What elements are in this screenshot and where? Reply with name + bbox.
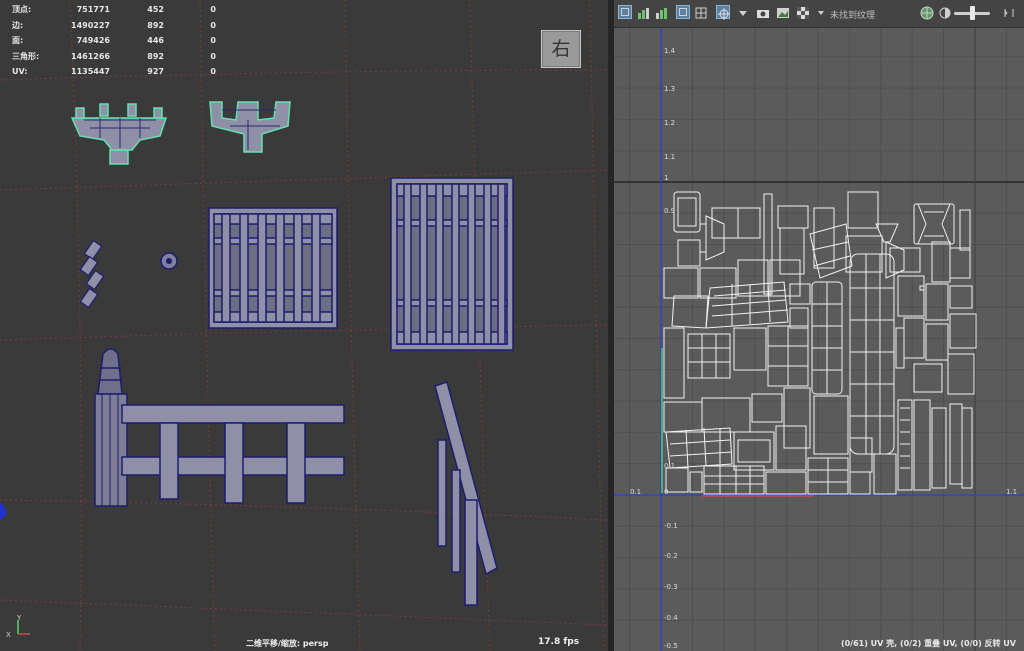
- hud-row-uvs: UV: 1135447 927 0: [12, 67, 216, 77]
- svg-text:-0.1: -0.1: [664, 522, 678, 530]
- svg-text:0.1: 0.1: [630, 488, 641, 496]
- svg-text:-0.4: -0.4: [664, 614, 678, 622]
- svg-text:1.3: 1.3: [664, 85, 675, 93]
- small-sphere-mesh[interactable]: [160, 252, 178, 270]
- hud-row-faces: 面: 749426 446 0: [12, 36, 216, 46]
- texture-status-label: 未找到纹理: [830, 11, 876, 21]
- stair-railing-mesh[interactable]: [434, 381, 498, 606]
- uv-toolbar: 未找到纹理: [614, 0, 1024, 28]
- image-icon[interactable]: [776, 5, 790, 19]
- bar-chart-icon[interactable]: [636, 5, 650, 19]
- chandelier-mesh-selected-2[interactable]: [209, 101, 291, 153]
- hud-row-edges: 边: 1490227 892 0: [12, 20, 216, 30]
- 3d-viewport[interactable]: Y X 顶点: 751771 452 0 边: 1490227 892 0 面:…: [0, 0, 608, 651]
- offscreen-object-mesh[interactable]: [0, 502, 7, 520]
- svg-text:0.9: 0.9: [664, 207, 675, 215]
- svg-text:1.1: 1.1: [664, 153, 675, 161]
- lattice-panel-mesh-2[interactable]: [390, 177, 514, 351]
- exposure-slider-handle[interactable]: [970, 6, 975, 20]
- checker-icon[interactable]: [796, 5, 810, 19]
- view-cube[interactable]: 右: [541, 30, 581, 68]
- svg-text:0: 0: [664, 488, 668, 496]
- camera-label: 二维平移/缩放: persp: [246, 639, 329, 648]
- diagonal-plank-mesh[interactable]: [79, 239, 105, 309]
- uv-grid-canvas[interactable]: 1.4 1.3 1.2 1.1 1 0.9 0.1 0 -0.1 -0.2 -0…: [614, 28, 1024, 651]
- hud-row-triangles: 三角形: 1461266 892 0: [12, 51, 216, 61]
- uv-status-bar: (0/61) UV 壳, (0/2) 重叠 UV, (0/0) 反转 UV: [840, 639, 1016, 648]
- dropdown-arrow-icon[interactable]: [736, 5, 750, 19]
- expand-icon[interactable]: [1002, 5, 1016, 19]
- frame-icon[interactable]: [676, 5, 690, 19]
- lattice-panel-mesh-1[interactable]: [208, 207, 338, 329]
- svg-text:-0.3: -0.3: [664, 583, 678, 591]
- svg-text:1.4: 1.4: [664, 47, 676, 55]
- viewport-scene[interactable]: Y X: [0, 0, 608, 651]
- dropdown-arrow-icon[interactable]: [814, 5, 828, 19]
- bar-chart-alt-icon[interactable]: [654, 5, 668, 19]
- svg-text:1: 1: [664, 174, 668, 182]
- fps-counter: 17.8 fps: [538, 637, 580, 647]
- svg-text:-0.5: -0.5: [664, 642, 678, 650]
- hud-row-vertices: 顶点: 751771 452 0: [12, 5, 216, 14]
- exposure-icon[interactable]: [938, 5, 952, 19]
- railing-fence-mesh[interactable]: [94, 348, 345, 507]
- svg-text:0.1: 0.1: [664, 462, 675, 470]
- poly-count-hud: 顶点: 751771 452 0 边: 1490227 892 0 面: 749…: [12, 2, 216, 80]
- crosshair-icon[interactable]: [716, 5, 730, 20]
- svg-text:1.2: 1.2: [664, 119, 675, 127]
- chandelier-mesh-selected-1[interactable]: [70, 103, 168, 165]
- axis-y-label: Y: [16, 614, 22, 622]
- globe-icon[interactable]: [920, 5, 934, 20]
- uv-grid-icon[interactable]: [618, 5, 632, 19]
- uv-editor-panel[interactable]: 未找到纹理 1.4 1.3 1.2 1.1 1 0.9 0.1 0 -0.1 -…: [614, 0, 1024, 651]
- svg-text:-0.2: -0.2: [664, 552, 678, 560]
- grid-icon[interactable]: [694, 5, 708, 19]
- axis-gizmo: Y X: [6, 614, 30, 639]
- axis-x-label: X: [6, 631, 11, 639]
- svg-text:1.1: 1.1: [1006, 488, 1017, 496]
- camera-icon[interactable]: [756, 5, 770, 19]
